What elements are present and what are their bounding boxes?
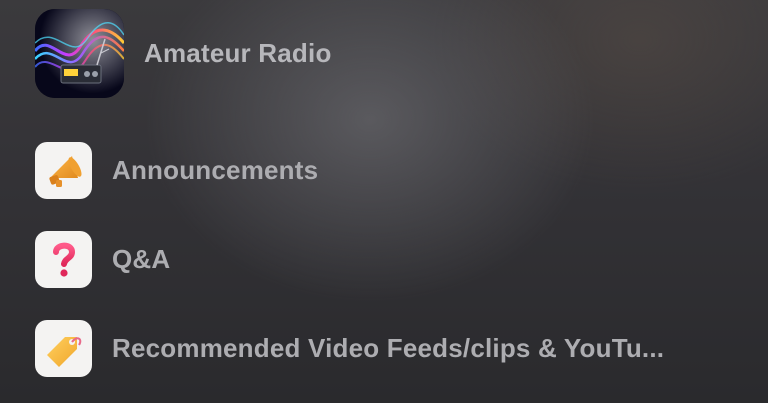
channel-list: Announcements Q&A Recommended Video Feed… (35, 141, 755, 403)
channel-item-qa[interactable]: Q&A (35, 230, 755, 288)
channel-label: Recommended Video Feeds/clips & YouTu... (112, 332, 665, 363)
app-header: Amateur Radio (35, 9, 332, 98)
app-title: Amateur Radio (144, 38, 332, 68)
amateur-radio-logo-icon[interactable] (35, 9, 124, 98)
question-mark-icon (35, 230, 92, 288)
channel-label: Q&A (112, 243, 171, 274)
channel-item-announcements[interactable]: Announcements (35, 141, 755, 199)
channel-item-recommended-video-feeds[interactable]: Recommended Video Feeds/clips & YouTu... (35, 319, 755, 377)
tag-icon (35, 319, 92, 377)
channel-label: Announcements (112, 154, 319, 185)
megaphone-icon (35, 141, 92, 199)
